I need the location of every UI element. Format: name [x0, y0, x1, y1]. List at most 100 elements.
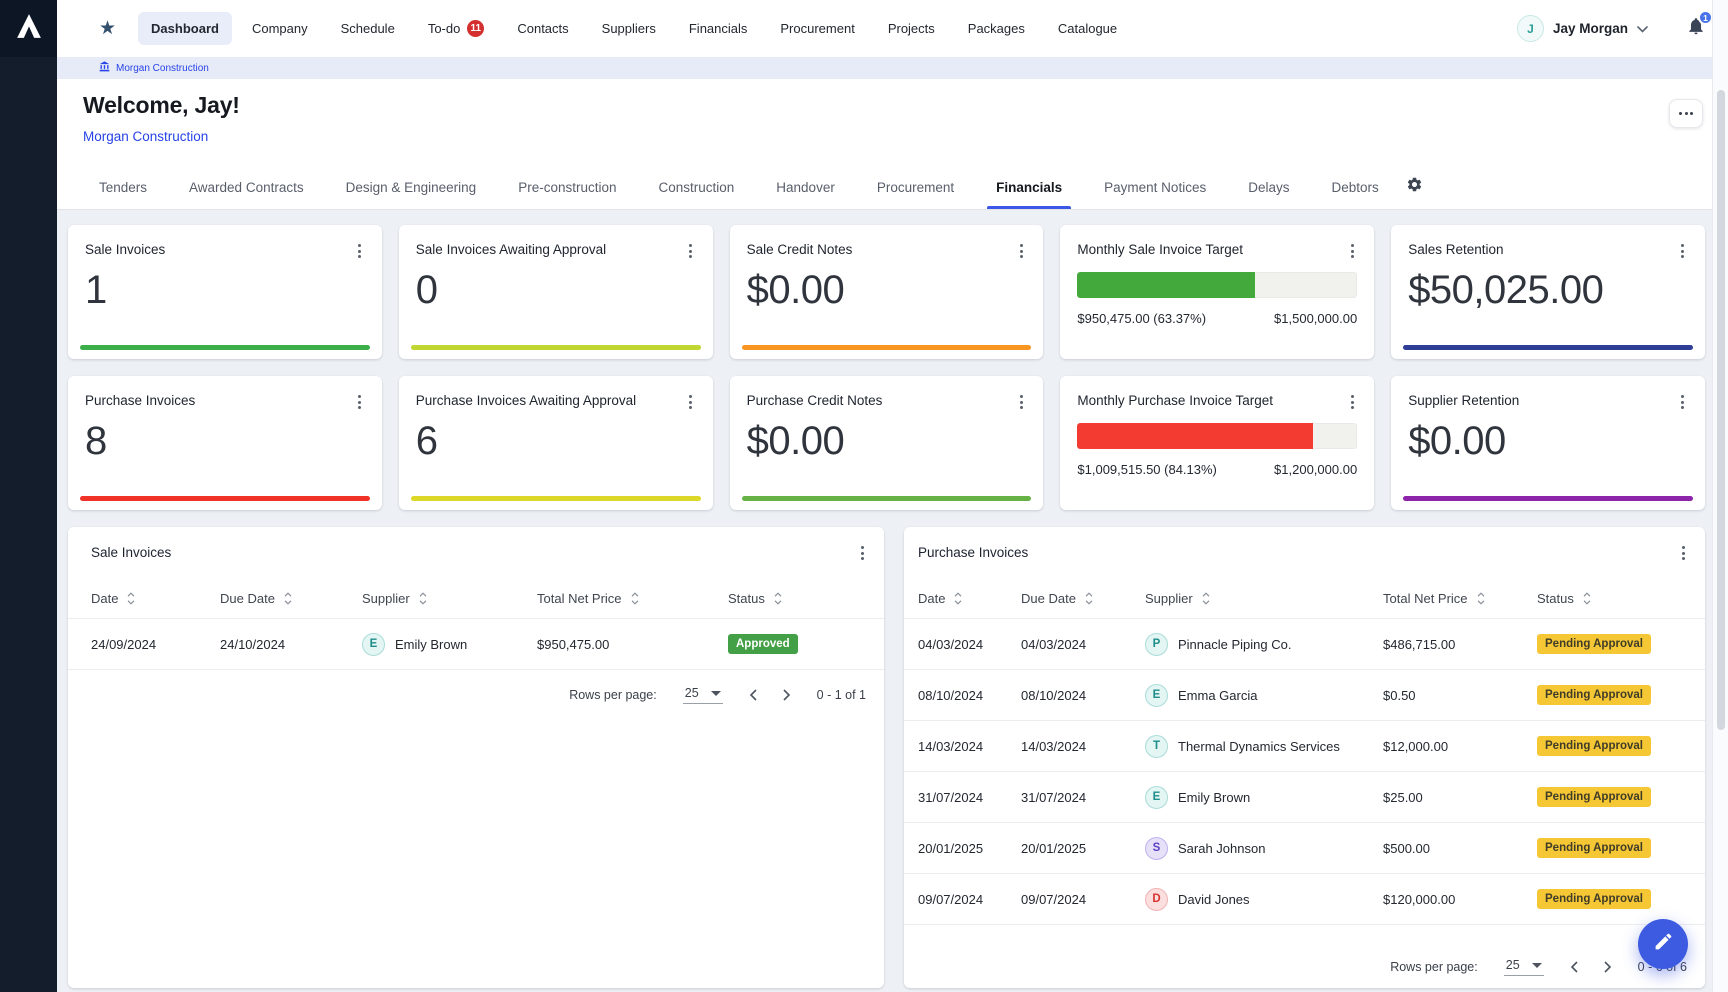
nav-item-suppliers[interactable]: Suppliers [589, 12, 669, 45]
nav-item-schedule[interactable]: Schedule [328, 12, 408, 45]
kebab-menu-icon[interactable] [350, 391, 370, 413]
user-menu[interactable]: J Jay Morgan [1517, 15, 1648, 42]
nav-item-contacts[interactable]: Contacts [504, 12, 581, 45]
cell-due-date: 24/10/2024 [220, 637, 362, 652]
column-header-total-net-price[interactable]: Total Net Price [1383, 591, 1537, 606]
column-header-date[interactable]: Date [918, 591, 1021, 606]
progress-target-value: $1,200,000.00 [1274, 462, 1357, 477]
table-row[interactable]: 08/10/2024 08/10/2024 E Emma Garcia $0.5… [904, 670, 1705, 721]
sort-icon [1202, 592, 1210, 605]
kebab-menu-icon[interactable] [350, 240, 370, 262]
tab-handover[interactable]: Handover [755, 165, 856, 209]
supplier-name: Emily Brown [395, 637, 467, 652]
favorites-star-icon[interactable]: ★ [99, 19, 116, 38]
column-header-due-date[interactable]: Due Date [220, 591, 362, 606]
previous-page-button[interactable] [1570, 961, 1578, 973]
column-header-total-net-price[interactable]: Total Net Price [537, 591, 728, 606]
notifications-button[interactable]: 1 [1686, 15, 1706, 42]
kebab-menu-icon[interactable] [1673, 542, 1693, 564]
next-page-button[interactable] [1604, 961, 1612, 973]
gear-icon [1406, 176, 1423, 198]
bell-icon [1686, 24, 1706, 41]
table-row[interactable]: 20/01/2025 20/01/2025 S Sarah Johnson $5… [904, 823, 1705, 874]
tab-tenders[interactable]: Tenders [78, 165, 168, 209]
tab-pre-construction[interactable]: Pre-construction [497, 165, 637, 209]
cell-due-date: 04/03/2024 [1021, 637, 1145, 652]
nav-item-financials[interactable]: Financials [676, 12, 761, 45]
previous-page-button[interactable] [749, 689, 757, 701]
column-header-due-date[interactable]: Due Date [1021, 591, 1145, 606]
status-badge: Pending Approval [1537, 685, 1651, 705]
column-header-date[interactable]: Date [91, 591, 220, 606]
table-row[interactable]: 14/03/2024 14/03/2024 T Thermal Dynamics… [904, 721, 1705, 772]
scrollbar-thumb[interactable] [1717, 90, 1725, 730]
tab-design-engineering[interactable]: Design & Engineering [325, 165, 498, 209]
kebab-menu-icon[interactable] [1011, 391, 1031, 413]
nav-item-company[interactable]: Company [239, 12, 321, 45]
column-header-supplier[interactable]: Supplier [1145, 591, 1383, 606]
nav-item-procurement[interactable]: Procurement [767, 12, 867, 45]
table-row[interactable]: 04/03/2024 04/03/2024 P Pinnacle Piping … [904, 619, 1705, 670]
column-header-status[interactable]: Status [1537, 591, 1691, 606]
rows-per-page-select[interactable]: 25 [1504, 957, 1544, 976]
kebab-menu-icon[interactable] [1011, 240, 1031, 262]
user-name: Jay Morgan [1553, 21, 1628, 36]
rows-per-page-label: Rows per page: [1390, 960, 1478, 974]
nav-item-packages[interactable]: Packages [955, 12, 1038, 45]
nav-item-dashboard[interactable]: Dashboard [138, 12, 232, 45]
tab-construction[interactable]: Construction [637, 165, 755, 209]
more-options-button[interactable] [1669, 99, 1703, 128]
table-row[interactable]: 24/09/2024 24/10/2024 E Emily Brown $950… [68, 619, 884, 670]
cell-supplier: S Sarah Johnson [1145, 837, 1383, 860]
column-header-status[interactable]: Status [728, 591, 861, 606]
table-row[interactable]: 31/07/2024 31/07/2024 E Emily Brown $25.… [904, 772, 1705, 823]
app-logo[interactable] [0, 0, 57, 57]
kebab-menu-icon[interactable] [1342, 391, 1362, 413]
tab-financials[interactable]: Financials [975, 165, 1083, 209]
card-supplier-retention: Supplier Retention $0.00 [1391, 376, 1705, 510]
kebab-menu-icon[interactable] [1673, 391, 1693, 413]
supplier-avatar: E [1145, 786, 1168, 809]
next-page-button[interactable] [783, 689, 791, 701]
rows-per-page-select[interactable]: 25 [683, 685, 723, 704]
tab-settings-button[interactable] [1406, 165, 1423, 209]
kebab-menu-icon[interactable] [681, 391, 701, 413]
cell-due-date: 09/07/2024 [1021, 892, 1145, 907]
card-purchase-invoices: Purchase Invoices 8 [68, 376, 382, 510]
kpi-row-sales: Sale Invoices 1 Sale Invoices Awaiting A… [68, 225, 1705, 359]
kebab-menu-icon[interactable] [1342, 240, 1362, 262]
progress-fill [1077, 272, 1254, 298]
nav-item-projects[interactable]: Projects [875, 12, 948, 45]
table-row[interactable]: 09/07/2024 09/07/2024 D David Jones $120… [904, 874, 1705, 925]
cell-amount: $120,000.00 [1383, 892, 1537, 907]
edit-fab[interactable] [1638, 919, 1688, 969]
card-value: $0.00 [1408, 419, 1688, 464]
table-pagination: Rows per page: 25 0 - 1 of 1 [68, 670, 884, 716]
status-badge: Pending Approval [1537, 787, 1651, 807]
card-sale-invoices-awaiting: Sale Invoices Awaiting Approval 0 [399, 225, 713, 359]
cell-amount: $486,715.00 [1383, 637, 1537, 652]
supplier-name: Emily Brown [1178, 790, 1250, 805]
kebab-menu-icon[interactable] [1673, 240, 1693, 262]
card-purchase-invoices-awaiting: Purchase Invoices Awaiting Approval 6 [399, 376, 713, 510]
status-badge: Pending Approval [1537, 634, 1651, 654]
tab-debtors[interactable]: Debtors [1310, 165, 1399, 209]
kebab-menu-icon[interactable] [852, 542, 872, 564]
table-header-row: Date Due Date Supplier Total Net Price S… [904, 579, 1705, 619]
nav-item-catalogue[interactable]: Catalogue [1045, 12, 1130, 45]
sort-icon [419, 592, 427, 605]
nav-item-todo[interactable]: To-do11 [415, 11, 498, 46]
cell-supplier: T Thermal Dynamics Services [1145, 735, 1383, 758]
breadcrumb-company-link[interactable]: Morgan Construction [116, 63, 209, 74]
sort-icon [954, 592, 962, 605]
company-link[interactable]: Morgan Construction [83, 129, 208, 144]
tab-delays[interactable]: Delays [1227, 165, 1310, 209]
cell-supplier: E Emma Garcia [1145, 684, 1383, 707]
tab-awarded-contracts[interactable]: Awarded Contracts [168, 165, 325, 209]
tab-payment-notices[interactable]: Payment Notices [1083, 165, 1227, 209]
card-title: Purchase Invoices Awaiting Approval [416, 393, 696, 408]
tab-procurement[interactable]: Procurement [856, 165, 975, 209]
cell-amount: $0.50 [1383, 688, 1537, 703]
kebab-menu-icon[interactable] [681, 240, 701, 262]
column-header-supplier[interactable]: Supplier [362, 591, 537, 606]
